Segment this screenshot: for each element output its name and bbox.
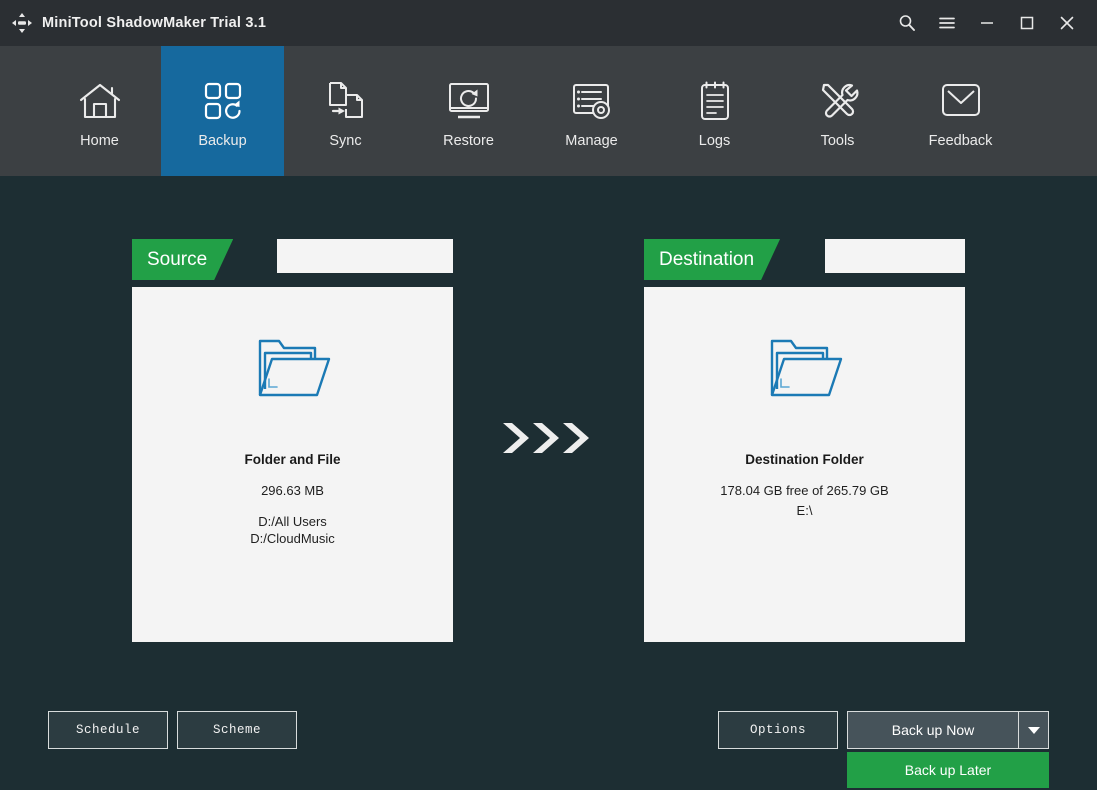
nav-label-home: Home: [80, 134, 119, 149]
options-button[interactable]: Options: [718, 711, 838, 749]
source-paths: D:/All Users D:/CloudMusic: [250, 513, 335, 547]
source-title: Folder and File: [244, 452, 340, 467]
destination-tab-strip: [825, 239, 965, 273]
nav-item-home[interactable]: Home: [38, 46, 161, 176]
source-tab-row: Source: [132, 239, 453, 280]
menu-icon[interactable]: [927, 0, 967, 46]
restore-monitor-icon: [446, 74, 492, 128]
triple-chevron-right-icon: [500, 419, 596, 457]
source-tab-label: Source: [132, 239, 233, 280]
nav-item-manage[interactable]: Manage: [530, 46, 653, 176]
home-icon: [77, 74, 123, 128]
backup-grid-refresh-icon: [201, 74, 245, 128]
nav-item-logs[interactable]: Logs: [653, 46, 776, 176]
destination-drive: E:\: [797, 502, 813, 519]
move-arrows-logo-icon: [11, 12, 33, 34]
scheme-button[interactable]: Scheme: [177, 711, 297, 749]
destination-title: Destination Folder: [745, 452, 864, 467]
open-folder-icon: [765, 329, 845, 410]
source-tab-strip: [277, 239, 453, 273]
schedule-button[interactable]: Schedule: [48, 711, 168, 749]
backup-now-group: Back up Now: [847, 711, 1049, 749]
title-bar: MiniTool ShadowMaker Trial 3.1: [0, 0, 1097, 46]
nav-item-feedback[interactable]: Feedback: [899, 46, 1022, 176]
nav-label-tools: Tools: [821, 134, 855, 149]
minimize-icon[interactable]: [967, 0, 1007, 46]
nav-label-manage: Manage: [565, 134, 617, 149]
nav-label-logs: Logs: [699, 134, 730, 149]
nav-label-sync: Sync: [329, 134, 361, 149]
feedback-envelope-icon: [939, 74, 983, 128]
source-panel-body[interactable]: Folder and File 296.63 MB D:/All Users D…: [132, 287, 453, 642]
logs-clipboard-icon: [695, 74, 735, 128]
main-navigation: Home Backup: [0, 46, 1097, 176]
source-size: 296.63 MB: [261, 482, 324, 499]
chevron-down-icon[interactable]: [1019, 711, 1049, 749]
nav-item-backup[interactable]: Backup: [161, 46, 284, 176]
nav-item-restore[interactable]: Restore: [407, 46, 530, 176]
back-up-later-menu-item[interactable]: Back up Later: [847, 752, 1049, 788]
nav-label-restore: Restore: [443, 134, 494, 149]
back-up-now-button[interactable]: Back up Now: [847, 711, 1019, 749]
sync-documents-icon: [324, 74, 368, 128]
app-title: MiniTool ShadowMaker Trial 3.1: [42, 15, 266, 31]
maximize-icon[interactable]: [1007, 0, 1047, 46]
destination-tab-row: Destination: [644, 239, 965, 280]
destination-space: 178.04 GB free of 265.79 GB: [720, 482, 888, 499]
search-icon[interactable]: [887, 0, 927, 46]
open-folder-icon: [253, 329, 333, 410]
nav-item-sync[interactable]: Sync: [284, 46, 407, 176]
window-controls: [887, 0, 1097, 46]
close-icon[interactable]: [1047, 0, 1087, 46]
source-panel[interactable]: Source Folder and File 296.63 MB D:/All …: [132, 239, 453, 280]
manage-list-gear-icon: [570, 74, 614, 128]
destination-panel-body[interactable]: Destination Folder 178.04 GB free of 265…: [644, 287, 965, 642]
backup-stage: Source Folder and File 296.63 MB D:/All …: [0, 176, 1097, 790]
destination-panel[interactable]: Destination Destination Folder 178.04 GB…: [644, 239, 965, 280]
nav-label-feedback: Feedback: [929, 134, 993, 149]
destination-tab-label: Destination: [644, 239, 780, 280]
nav-label-backup: Backup: [198, 134, 246, 149]
tools-wrench-screwdriver-icon: [816, 74, 860, 128]
nav-item-tools[interactable]: Tools: [776, 46, 899, 176]
